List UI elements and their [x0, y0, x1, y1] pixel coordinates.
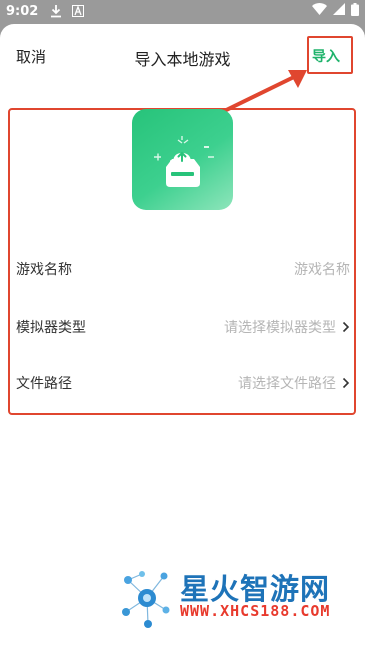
font-a-icon — [72, 5, 85, 17]
import-sheet: 取消 导入本地游戏 导入 游戏名称 游戏名称 模拟器类型 请选择模拟器类型 文件… — [0, 24, 365, 650]
molecule-logo-icon — [122, 571, 170, 628]
signal-icon — [333, 3, 345, 19]
file-path-select[interactable]: 请选择文件路径 — [238, 373, 336, 393]
game-name-row[interactable]: 游戏名称 游戏名称 — [16, 253, 350, 285]
file-path-label: 文件路径 — [16, 376, 72, 392]
status-bar: 9:02 — [0, 0, 365, 22]
download-icon — [50, 4, 62, 18]
file-path-row[interactable]: 文件路径 请选择文件路径 — [16, 367, 350, 399]
watermark-url: WWW.XHCS188.COM — [180, 602, 331, 620]
site-watermark: 星火智游网 WWW.XHCS188.COM — [118, 564, 358, 634]
wifi-icon — [312, 3, 327, 19]
import-button[interactable]: 导入 — [312, 46, 340, 66]
game-console-icon — [132, 109, 233, 210]
emulator-type-row[interactable]: 模拟器类型 请选择模拟器类型 — [16, 311, 350, 343]
sheet-header: 取消 导入本地游戏 导入 — [0, 24, 365, 88]
battery-icon — [351, 2, 359, 20]
game-name-input[interactable]: 游戏名称 — [294, 259, 350, 279]
game-name-label: 游戏名称 — [16, 262, 72, 278]
emulator-type-select[interactable]: 请选择模拟器类型 — [224, 317, 336, 337]
status-time: 9:02 — [6, 3, 39, 19]
emulator-type-label: 模拟器类型 — [16, 320, 86, 336]
chevron-right-icon — [342, 377, 350, 389]
cancel-button[interactable]: 取消 — [16, 46, 46, 67]
chevron-right-icon — [342, 321, 350, 333]
